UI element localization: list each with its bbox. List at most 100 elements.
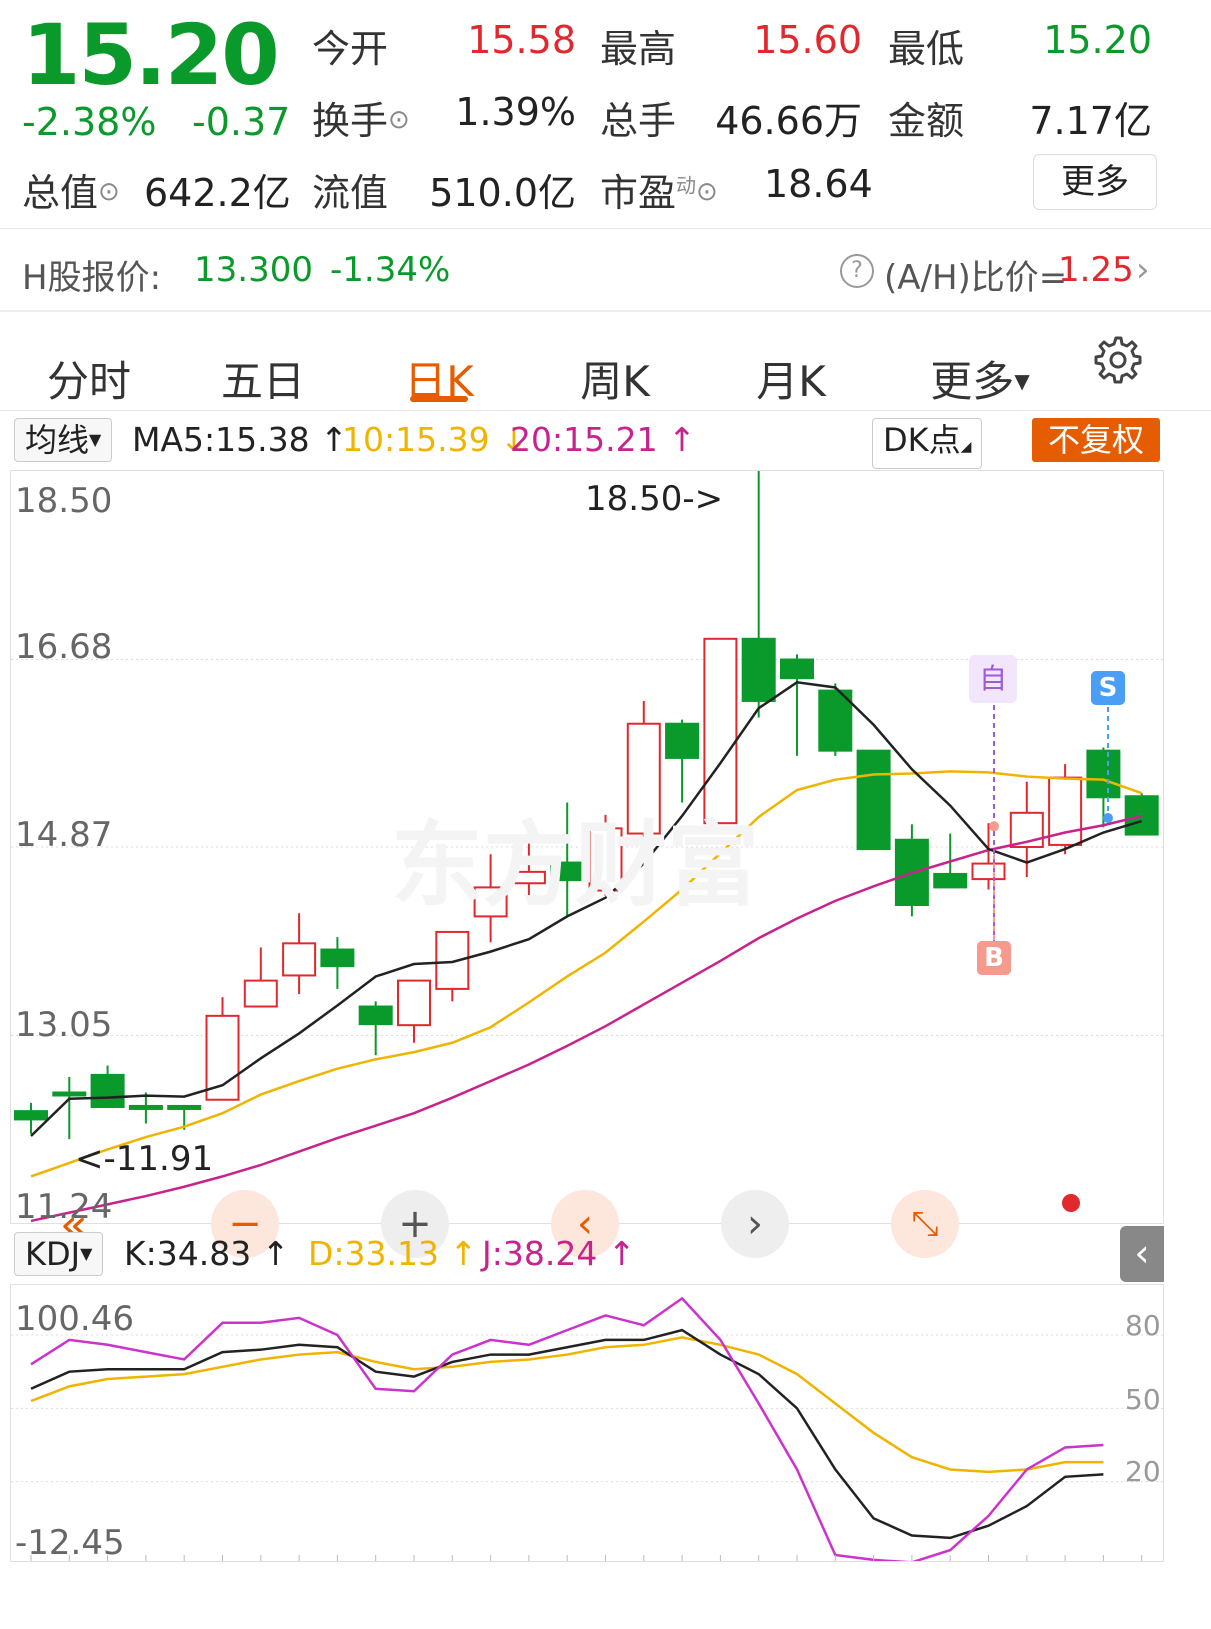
indicator-label: KDJ [25,1235,81,1273]
high-label: 最高 [600,27,677,71]
h-share-price: 13.300 [194,250,313,290]
tab-weekly-k[interactable]: 周K [540,348,690,409]
open-value: 15.58 [467,18,576,62]
candle-down [320,948,355,968]
market-cap-label: 总值⊙ [22,162,120,217]
tab-monthly-k[interactable]: 月K [716,348,866,409]
ma5-value: MA5:15.38 ↑ [132,420,348,459]
self-select-marker[interactable]: 自 [969,655,1017,703]
no-adjust-button[interactable]: 不复权 [1032,418,1160,462]
tab-more-label: 更多 [930,357,1015,406]
caret-down-icon: ▼ [1014,369,1030,393]
info-icon[interactable]: ⊙ [696,177,718,207]
pe-label-text: 市盈 [600,171,677,215]
candle-up [971,862,1006,881]
kdj-k-text: K:34.83 [124,1234,252,1273]
candle-down [1086,749,1121,799]
float-cap-label: 流值 [312,171,389,215]
sell-point-dot [1103,812,1113,823]
candle-up [435,930,470,990]
volume-value: 46.66万 [715,99,862,143]
low-value: 15.20 [1043,18,1152,62]
tab-intraday[interactable]: 分时 [14,348,164,409]
dk-point-label: DK点 [883,421,961,459]
candle-down [358,1005,393,1026]
settings-gear-icon[interactable] [1090,334,1142,386]
candle-up [282,942,317,977]
live-indicator-dot [1062,1194,1080,1212]
ma-type-label: 均线 [25,421,90,459]
arrow-up-icon: ↑ [449,1234,478,1273]
kdj-k-line [30,1328,1104,1540]
y-axis-label: 14.87 [15,815,113,855]
h-share-change: -1.34% [330,250,451,290]
active-tab-indicator [410,396,468,402]
change-percent: -2.38% [22,100,157,144]
candle-down [167,1104,202,1110]
ma20-text: 20:15.21 [510,420,658,459]
ma5-text: MA5:15.38 [132,420,310,459]
candle-down [665,722,700,759]
market-cap-value: 642.2亿 [144,171,291,215]
kdj-chart[interactable]: 100.46 -12.45 80 50 20 [10,1284,1164,1563]
last-price: 15.20 [22,6,280,104]
arrow-up-icon: ↑ [668,420,696,459]
ah-ratio-value: 1.25 [1058,250,1134,290]
amount-value: 7.17亿 [1029,99,1152,143]
h-share-label: H股报价: [22,258,162,298]
change-amount: -0.37 [192,100,291,144]
kdj-j-text: J:38.24 [482,1234,598,1273]
ma20-value: 20:15.21 ↑ [510,420,696,459]
low-label: 最低 [888,27,965,71]
amount-label: 金额 [888,99,965,143]
kdj-y-right-label: 20 [1125,1455,1161,1488]
turnover-value: 1.39% [455,90,576,134]
arrow-up-icon: ↑ [261,1234,290,1273]
collapse-panel-button[interactable]: ‹ [1120,1226,1164,1282]
ma10-value: 10:15.39 ↓ [342,420,528,459]
fullscreen-icon[interactable]: ⤡ [891,1190,959,1258]
price-chart[interactable]: 东方财富 18.50 16.68 14.87 13.05 11.24 18.50… [10,470,1164,1227]
indicator-dropdown[interactable]: KDJ▼ [14,1232,104,1276]
info-icon[interactable]: ⊙ [98,177,120,207]
candle-down [780,658,814,680]
turnover-label: 换手⊙ [312,90,410,145]
dk-point-button[interactable]: DK点◢ [872,418,983,469]
watermark: 东方财富 [391,812,760,919]
candle-down [933,872,968,889]
candle-up [205,1014,240,1101]
kdj-y-right-label: 80 [1125,1309,1161,1342]
candle-down [741,637,776,702]
turnover-label-text: 换手 [312,99,389,143]
arrow-up-icon: ↑ [607,1234,636,1273]
tab-more[interactable]: 更多▼ [900,348,1060,409]
ah-ratio-label: (A/H)比价= [884,258,1068,298]
volume-label: 总手 [600,99,677,143]
market-cap-label-text: 总值 [22,171,99,215]
kdj-y-min-label: -12.45 [15,1523,125,1563]
kdj-j-line [30,1296,1104,1561]
kdj-d-text: D:33.13 [308,1234,440,1273]
float-cap-value: 510.0亿 [429,171,576,215]
candle-down [856,749,891,851]
candle-down [90,1073,125,1108]
buy-point-dot [989,821,999,832]
help-icon[interactable]: ? [840,254,874,288]
tab-five-day[interactable]: 五日 [188,348,338,409]
ma-type-dropdown[interactable]: 均线▼ [14,418,113,462]
corner-triangle-icon: ◢ [960,439,972,455]
more-stats-button[interactable]: 更多 [1033,154,1157,210]
candle-down [14,1110,48,1121]
pe-value: 18.64 [764,162,873,206]
ma10-text: 10:15.39 [342,420,490,459]
scroll-right-button[interactable]: › [721,1190,789,1258]
candle-up [397,979,431,1027]
chevron-right-icon[interactable]: › [1136,250,1150,290]
buy-marker[interactable]: B [977,941,1011,975]
y-axis-label: 16.68 [15,627,113,667]
sell-marker[interactable]: S [1091,671,1125,705]
pe-label: 市盈动⊙ [600,162,718,217]
kdj-y-right-label: 50 [1125,1383,1161,1416]
info-icon[interactable]: ⊙ [388,105,410,135]
candle-down [52,1091,87,1097]
